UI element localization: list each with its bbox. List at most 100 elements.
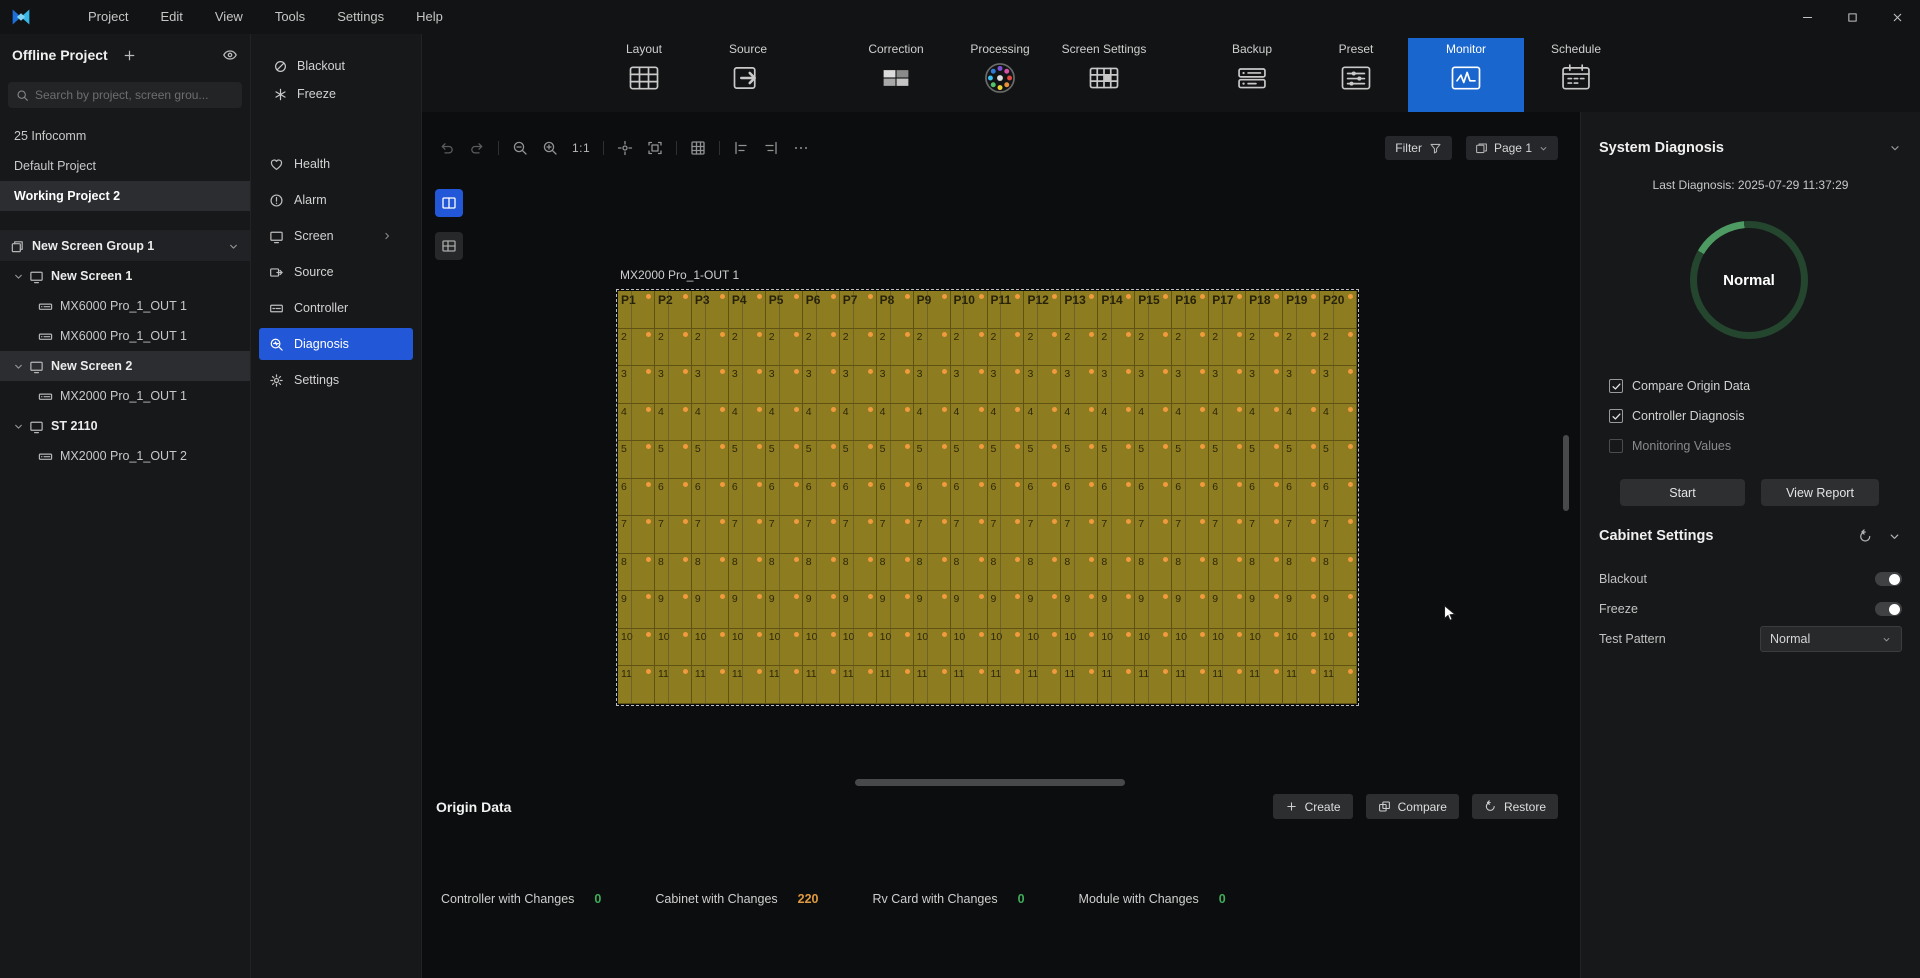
cabinet-cell[interactable]: 11 [1283,666,1320,704]
cabinet-cell[interactable]: 10 [1172,629,1209,667]
cabinet-port-cell[interactable]: P13 [1061,291,1098,329]
cabinet-cell[interactable]: 5 [951,441,988,479]
function-settings[interactable]: Settings [259,364,413,396]
cabinet-cell[interactable]: 8 [951,554,988,592]
cabinet-cell[interactable]: 6 [1283,479,1320,517]
cabinet-cell[interactable]: 5 [877,441,914,479]
cabinet-cell[interactable]: 9 [877,591,914,629]
cabinet-cell[interactable]: 6 [877,479,914,517]
cabinet-cell[interactable]: 10 [655,629,692,667]
cabinet-cell[interactable]: 2 [840,329,877,367]
cabinet-cell[interactable]: 2 [655,329,692,367]
cabinet-cell[interactable]: 7 [1283,516,1320,554]
cabinet-cell[interactable]: 2 [988,329,1025,367]
cabinet-cell[interactable]: 4 [1246,404,1283,442]
cabinet-cell[interactable]: 4 [692,404,729,442]
project-item-working-project-2[interactable]: Working Project 2 [0,181,250,211]
cabinet-cell[interactable]: 2 [1283,329,1320,367]
cabinet-cell[interactable]: 6 [914,479,951,517]
cabinet-port-cell[interactable]: P9 [914,291,951,329]
cabinet-cell[interactable]: 8 [655,554,692,592]
cabinet-port-cell[interactable]: P2 [655,291,692,329]
snap-icon[interactable] [617,140,633,156]
cabinet-cell[interactable]: 9 [1209,591,1246,629]
cabinet-cell[interactable]: 4 [655,404,692,442]
cabinet-cell[interactable]: 3 [729,366,766,404]
cabinet-cell[interactable]: 2 [1098,329,1135,367]
cabinet-cell[interactable]: 5 [1024,441,1061,479]
cabinet-cell[interactable]: 5 [692,441,729,479]
cabinet-cell[interactable]: 5 [1061,441,1098,479]
menu-tools[interactable]: Tools [259,0,321,34]
cabinet-cell[interactable]: 2 [1172,329,1209,367]
cabinet-cell[interactable]: 3 [1283,366,1320,404]
split-view-button[interactable] [435,189,463,217]
page-selector[interactable]: Page 1 [1466,136,1558,160]
cabinet-cell[interactable]: 11 [1135,666,1172,704]
cabinet-cell[interactable]: 3 [988,366,1025,404]
blackout-toggle[interactable] [1875,572,1902,586]
cabinet-cell[interactable]: 11 [840,666,877,704]
cabinet-cell[interactable]: 11 [1246,666,1283,704]
cabinet-port-cell[interactable]: P18 [1246,291,1283,329]
cabinet-cell[interactable]: 4 [1283,404,1320,442]
cabinet-cell[interactable]: 11 [951,666,988,704]
quick-freeze[interactable]: Freeze [251,80,421,108]
redo-icon[interactable] [469,140,485,156]
cabinet-cell[interactable]: 4 [1320,404,1357,442]
search-input[interactable] [35,88,234,102]
restore-button[interactable]: Restore [1472,794,1558,819]
cabinet-cell[interactable]: 9 [803,591,840,629]
cabinet-cell[interactable]: 4 [988,404,1025,442]
cabinet-cell[interactable]: 10 [1246,629,1283,667]
function-screen[interactable]: Screen [259,220,413,252]
cabinet-cell[interactable]: 11 [988,666,1025,704]
cabinet-cell[interactable]: 2 [618,329,655,367]
cabinet-cell[interactable]: 3 [1061,366,1098,404]
function-health[interactable]: Health [259,148,413,180]
cabinet-cell[interactable]: 11 [692,666,729,704]
cabinet-cell[interactable]: 6 [766,479,803,517]
cabinet-cell[interactable]: 9 [766,591,803,629]
cabinet-cell[interactable]: 8 [1135,554,1172,592]
cabinet-cell[interactable]: 8 [1283,554,1320,592]
filter-button[interactable]: Filter [1385,136,1452,160]
cabinet-cell[interactable]: 10 [1135,629,1172,667]
start-button[interactable]: Start [1620,479,1745,506]
monitoring-values-checkbox[interactable] [1609,439,1623,453]
cabinet-cell[interactable]: 9 [655,591,692,629]
cabinet-cell[interactable]: 5 [1135,441,1172,479]
function-controller[interactable]: Controller [259,292,413,324]
vertical-scrollbar[interactable] [1563,435,1569,511]
chevron-down-icon[interactable] [12,360,25,373]
function-diagnosis[interactable]: Diagnosis [259,328,413,360]
undo-icon[interactable] [439,140,455,156]
ribbon-tab-schedule[interactable]: Schedule [1524,38,1628,112]
cabinet-cell[interactable]: 8 [1061,554,1098,592]
cabinet-cell[interactable]: 9 [914,591,951,629]
cabinet-cell[interactable]: 6 [1135,479,1172,517]
cabinet-cell[interactable]: 11 [766,666,803,704]
cabinet-cell[interactable]: 6 [1209,479,1246,517]
cabinet-cell[interactable]: 2 [692,329,729,367]
cabinet-cell[interactable]: 9 [1246,591,1283,629]
cabinet-cell[interactable]: 8 [1209,554,1246,592]
cabinet-cell[interactable]: 7 [766,516,803,554]
cabinet-port-cell[interactable]: P6 [803,291,840,329]
cabinet-cell[interactable]: 6 [729,479,766,517]
cabinet-cell[interactable]: 7 [692,516,729,554]
cabinet-cell[interactable]: 2 [766,329,803,367]
cabinet-cell[interactable]: 3 [655,366,692,404]
cabinet-cell[interactable]: 4 [914,404,951,442]
cabinet-cell[interactable]: 5 [1172,441,1209,479]
cabinet-cell[interactable]: 2 [1246,329,1283,367]
ribbon-tab-layout[interactable]: Layout [592,38,696,112]
cabinet-cell[interactable]: 4 [1135,404,1172,442]
cabinet-cell[interactable]: 5 [729,441,766,479]
collapse-chevron-icon[interactable] [1888,141,1902,155]
zoom-out-icon[interactable] [512,140,528,156]
cabinet-cell[interactable]: 5 [1209,441,1246,479]
cabinet-port-cell[interactable]: P1 [618,291,655,329]
minimize-button[interactable] [1785,0,1830,34]
cabinet-port-cell[interactable]: P20 [1320,291,1357,329]
